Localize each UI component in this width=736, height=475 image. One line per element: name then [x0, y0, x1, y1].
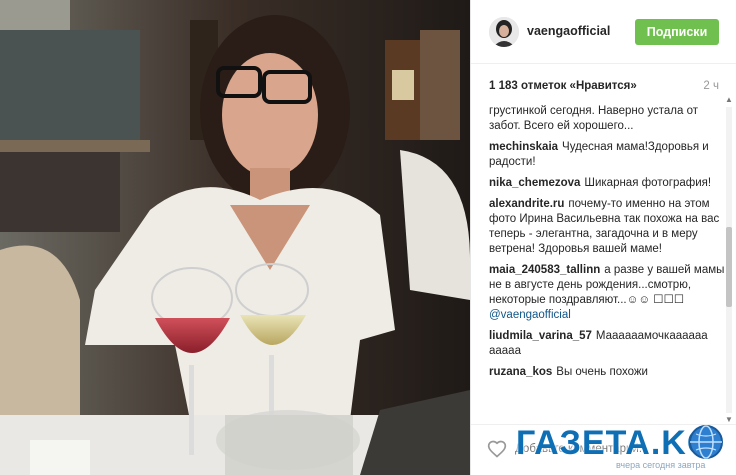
comment-username[interactable]: mechinskaia [489, 141, 558, 153]
comment-username[interactable]: nika_chemezova [489, 177, 580, 189]
avatar-image [489, 17, 519, 47]
follow-button[interactable]: Подписки [635, 19, 719, 45]
comment-mention[interactable]: @vaengaofficial [489, 309, 571, 321]
comments-list[interactable]: грустинкой сегодня. Наверно устала от за… [489, 104, 725, 422]
comment-item: mechinskaia Чудесная мама!Здоровья и радо… [489, 140, 725, 170]
comment-username[interactable]: ruzana_kos [489, 366, 552, 378]
comment-item: ruzana_kos Вы очень похожи [489, 365, 725, 380]
comments-scrollbar[interactable]: ▲ ▼ [724, 95, 734, 425]
avatar[interactable] [489, 17, 519, 47]
comment-username[interactable]: maia_240583_tallinn [489, 264, 600, 276]
scroll-track[interactable] [726, 107, 732, 413]
watermark: ГАЗЕТА.KG вчера сегодня завтра [516, 422, 730, 472]
watermark-tagline: вчера сегодня завтра [616, 460, 706, 470]
scroll-thumb[interactable] [726, 227, 732, 307]
comment-item: alexandrite.ru почему-то именно на этом ф… [489, 197, 725, 257]
post-side-panel: vaengaofficial Подписки 1 183 отметок «Н… [470, 0, 736, 475]
likes-row: 1 183 отметок «Нравится» 2 ч [489, 80, 719, 92]
comment-username[interactable]: alexandrite.ru [489, 198, 564, 210]
comment-item: грустинкой сегодня. Наверно устала от за… [489, 104, 725, 134]
comment-item: liudmila_varina_57 Маааааамочкаааааа аааа… [489, 329, 725, 359]
comment-text: Вы очень похожи [556, 366, 648, 378]
username-link[interactable]: vaengaofficial [527, 24, 610, 38]
photo-illustration [0, 0, 470, 475]
comment-text: грустинкой сегодня. Наверно устала от за… [489, 105, 698, 132]
heart-icon[interactable] [487, 439, 507, 459]
comment-item: nika_chemezova Шикарная фотография! [489, 176, 725, 191]
comment-item: maia_240583_tallinn а разве у вашей мамы … [489, 263, 725, 323]
post-photo[interactable] [0, 0, 470, 475]
post-header: vaengaofficial Подписки [471, 0, 736, 64]
post-time: 2 ч [703, 80, 719, 92]
comment-text: Шикарная фотография! [584, 177, 712, 189]
watermark-logo: ГАЗЕТА.KG [516, 424, 715, 462]
likes-count[interactable]: 1 183 отметок «Нравится» [489, 80, 637, 92]
scroll-up-arrow[interactable]: ▲ [724, 95, 734, 105]
comment-username[interactable]: liudmila_varina_57 [489, 330, 592, 342]
globe-icon [688, 424, 724, 460]
